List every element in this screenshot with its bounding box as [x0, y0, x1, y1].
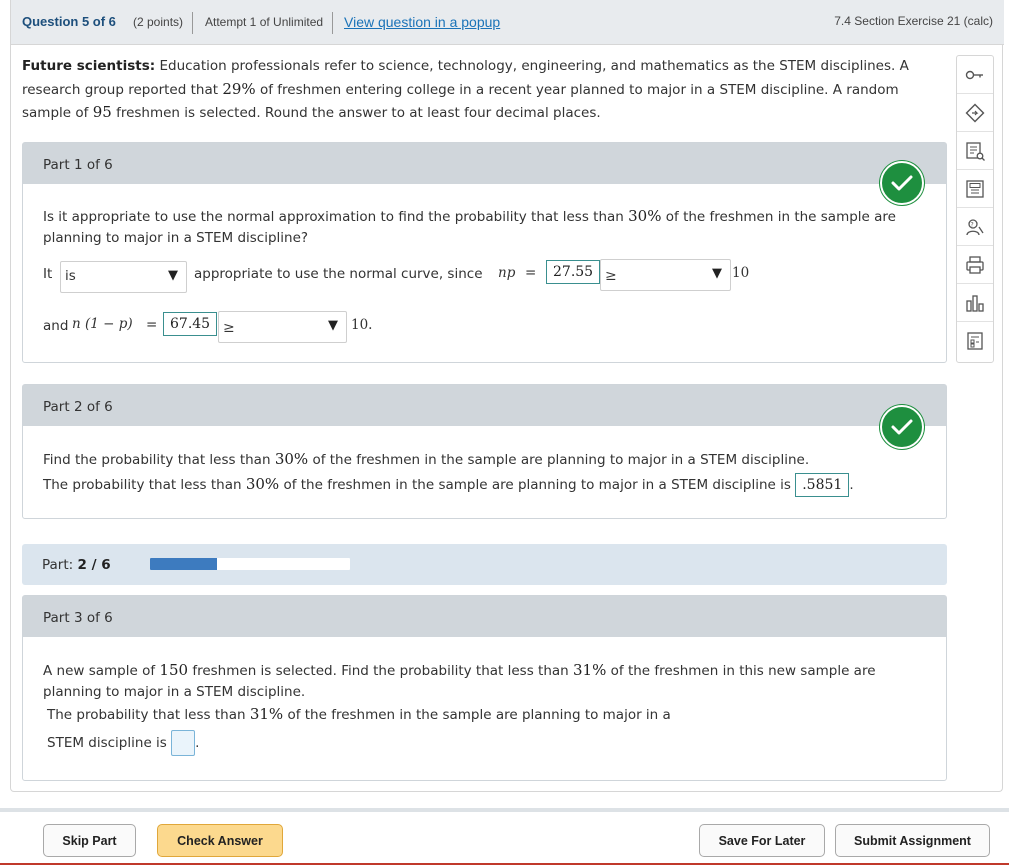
bar-chart-icon: [966, 294, 984, 312]
progress-label-text: Part:: [42, 557, 74, 573]
skip-part-button[interactable]: Skip Part: [43, 824, 136, 857]
question-percent: 31%: [573, 661, 607, 679]
part-3-answer-line: The probability that less than 31% of th…: [47, 704, 927, 726]
question-panel: Question 5 of 6 (2 points) Attempt 1 of …: [10, 0, 1004, 792]
notes-tool-button[interactable]: [957, 132, 993, 170]
np-symbol: np: [498, 265, 516, 281]
nq-answer-box[interactable]: 67.45: [163, 312, 218, 336]
question-points: (2 points): [133, 15, 184, 29]
question-percent: 30%: [628, 207, 662, 225]
key-icon: [965, 70, 983, 79]
np-comparison-select[interactable]: ≥ ▼: [600, 259, 731, 291]
it-label: It: [43, 266, 53, 282]
part-3-answer-line-2: STEM discipline is .: [47, 730, 199, 756]
answer-period: .: [849, 477, 854, 493]
dropdown-arrow-icon: ▼: [712, 266, 722, 281]
section-label: 7.4 Section Exercise 21 (calc): [834, 14, 993, 28]
question-header: Question 5 of 6 (2 points) Attempt 1 of …: [11, 0, 1004, 45]
progress-bar-fill: [150, 558, 217, 570]
chart-tool-button[interactable]: [957, 284, 993, 322]
attempt-count: Attempt 1 of Unlimited: [205, 15, 324, 29]
correct-check-icon: [880, 161, 924, 205]
np-threshold: 10: [732, 265, 750, 281]
and-label: and: [43, 318, 69, 334]
appropriate-select-value: is: [65, 268, 76, 284]
part-1-question: Is it appropriate to use the normal appr…: [43, 206, 923, 249]
tag-icon: [965, 103, 985, 122]
calculator-icon: [966, 179, 984, 198]
np-comparison-value: ≥: [605, 268, 617, 284]
print-tool-button[interactable]: [957, 246, 993, 284]
answer-text: The probability that less than: [43, 477, 246, 493]
key-tool-button[interactable]: [957, 56, 993, 94]
tools-sidebar: ?: [956, 55, 994, 363]
printer-icon: [966, 255, 984, 274]
answer-text: The probability that less than: [47, 707, 250, 723]
nq-threshold: 10.: [351, 317, 373, 333]
header-divider: [332, 12, 333, 34]
svg-text:?: ?: [971, 221, 974, 228]
question-text: Is it appropriate to use the normal appr…: [43, 209, 629, 225]
datasheet-tool-button[interactable]: [957, 322, 993, 360]
calculator-tool-button[interactable]: [957, 170, 993, 208]
part-2-question: Find the probability that less than 30% …: [43, 449, 923, 471]
np-answer-box[interactable]: 27.55: [546, 260, 601, 284]
check-answer-button[interactable]: Check Answer: [157, 824, 283, 857]
answer-percent: 31%: [249, 705, 284, 723]
normal-curve-text: appropriate to use the normal curve, sin…: [194, 266, 483, 282]
probability-answer-box[interactable]: .5851: [795, 473, 850, 497]
part-1-panel: Part 1 of 6 Is it appropriate to use the…: [22, 142, 947, 363]
correct-check-icon: [880, 405, 924, 449]
part-3-panel: Part 3 of 6 A new sample of 150 freshmen…: [22, 595, 947, 781]
part-2-answer-line: The probability that less than 30% of th…: [43, 473, 933, 497]
nq-expression: n (1 − p): [72, 316, 133, 332]
part-3-title: Part 3 of 6: [23, 596, 946, 637]
part-2-title: Part 2 of 6: [23, 385, 946, 426]
problem-sample-size: 95: [92, 103, 112, 121]
progress-bar: [150, 558, 350, 570]
help-tool-button[interactable]: ?: [957, 208, 993, 246]
equals-sign: =: [525, 265, 537, 281]
part-3-question: A new sample of 150 freshmen is selected…: [43, 660, 923, 703]
problem-statement: Future scientists: Education professiona…: [22, 55, 947, 125]
help-person-icon: ?: [966, 218, 984, 235]
appropriate-select[interactable]: is ▼: [60, 261, 187, 293]
probability-input[interactable]: [171, 730, 196, 756]
dropdown-arrow-icon: ▼: [328, 318, 338, 333]
part-progress: Part: 2 / 6: [22, 544, 947, 585]
question-text: freshmen is selected. Find the probabili…: [188, 663, 573, 679]
progress-label: Part: 2 / 6: [42, 557, 111, 573]
question-percent: 30%: [274, 450, 309, 468]
footer-toolbar: Skip Part Check Answer Save For Later Su…: [0, 808, 1009, 865]
question-number: Question 5 of 6: [22, 14, 116, 29]
submit-assignment-button[interactable]: Submit Assignment: [835, 824, 990, 857]
question-text: A new sample of: [43, 663, 160, 679]
nq-comparison-select[interactable]: ≥ ▼: [218, 311, 347, 343]
dropdown-arrow-icon: ▼: [168, 268, 178, 283]
view-popup-link[interactable]: View question in a popup: [344, 14, 500, 30]
question-text: Find the probability that less than: [43, 452, 275, 468]
tag-tool-button[interactable]: [957, 94, 993, 132]
answer-text: STEM discipline is: [47, 735, 167, 751]
problem-lead: Future scientists:: [22, 58, 156, 74]
header-divider: [192, 12, 193, 34]
nq-comparison-value: ≥: [223, 320, 235, 336]
answer-text: of the freshmen in the sample are planni…: [283, 707, 671, 723]
datasheet-icon: [967, 332, 983, 350]
answer-period: .: [195, 735, 200, 751]
problem-percent: 29%: [222, 79, 256, 98]
equals-sign: =: [146, 317, 158, 333]
problem-text: freshmen is selected. Round the answer t…: [111, 105, 601, 121]
answer-percent: 30%: [245, 475, 280, 493]
question-sample-size: 150: [159, 661, 189, 679]
notes-search-icon: [966, 141, 985, 161]
part-1-title: Part 1 of 6: [23, 143, 946, 184]
progress-value: 2 / 6: [77, 557, 111, 573]
answer-text: of the freshmen in the sample are planni…: [279, 477, 791, 493]
question-text: of the freshmen in the sample are planni…: [308, 452, 810, 468]
part-2-panel: Part 2 of 6 Find the probability that le…: [22, 384, 947, 519]
save-for-later-button[interactable]: Save For Later: [699, 824, 825, 857]
